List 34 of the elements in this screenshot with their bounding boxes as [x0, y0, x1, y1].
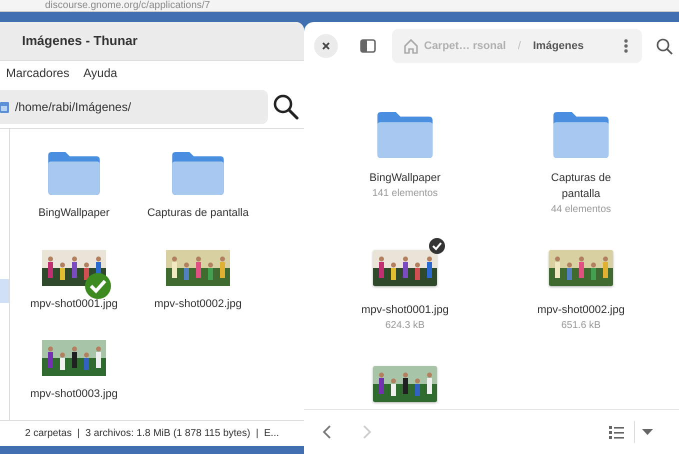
back-icon[interactable]: [322, 425, 332, 439]
close-button[interactable]: [314, 34, 338, 58]
close-icon: [321, 41, 331, 51]
sidebar-toggle-icon[interactable]: [360, 39, 376, 53]
folder-icon: [377, 112, 433, 158]
item-count: 651.6 kB: [561, 319, 601, 333]
file-name[interactable]: mpv-shot0002.jpg: [536, 302, 626, 318]
file-name[interactable]: mpv-shot0003.jpg: [30, 386, 118, 402]
menu-item[interactable]: Ayuda: [79, 64, 122, 82]
file-name[interactable]: Capturas de pantalla: [147, 205, 249, 222]
path-segment[interactable]: Imágenes: [532, 38, 584, 54]
item-count: 624.3 kB: [385, 319, 425, 333]
more-icon[interactable]: [624, 39, 628, 53]
folder-icon: [48, 152, 100, 195]
path-separator: /: [518, 38, 521, 54]
window-title: Imágenes - Thunar: [22, 32, 138, 50]
item-count: 141 elementos: [372, 187, 438, 201]
item-count: 44 elementos: [550, 203, 612, 217]
file-name[interactable]: mpv-shot0001.jpg: [30, 296, 118, 312]
folder-icon: [172, 152, 224, 195]
file-name[interactable]: Capturas de pantalla: [536, 170, 626, 202]
list-view-icon[interactable]: [609, 426, 624, 438]
folder-icon: [553, 112, 609, 158]
search-icon[interactable]: [273, 94, 299, 120]
search-icon[interactable]: [656, 38, 673, 54]
menu-item[interactable]: Marcadores: [2, 64, 74, 82]
file-name[interactable]: mpv-shot0002.jpg: [154, 296, 242, 312]
dropdown-icon[interactable]: [642, 428, 653, 436]
file-name[interactable]: BingWallpaper: [360, 170, 450, 186]
file-name[interactable]: mpv-shot0001.jpg: [360, 302, 450, 318]
folder-icon: [0, 100, 10, 114]
status-bar: 2 carpetas | 3 archivos: 1.8 MiB (1 878 115 bytes) | E...: [0, 420, 304, 446]
location-field[interactable]: /home/rabi/Imágenes/: [0, 90, 268, 124]
file-name[interactable]: BingWallpaper: [38, 205, 110, 222]
